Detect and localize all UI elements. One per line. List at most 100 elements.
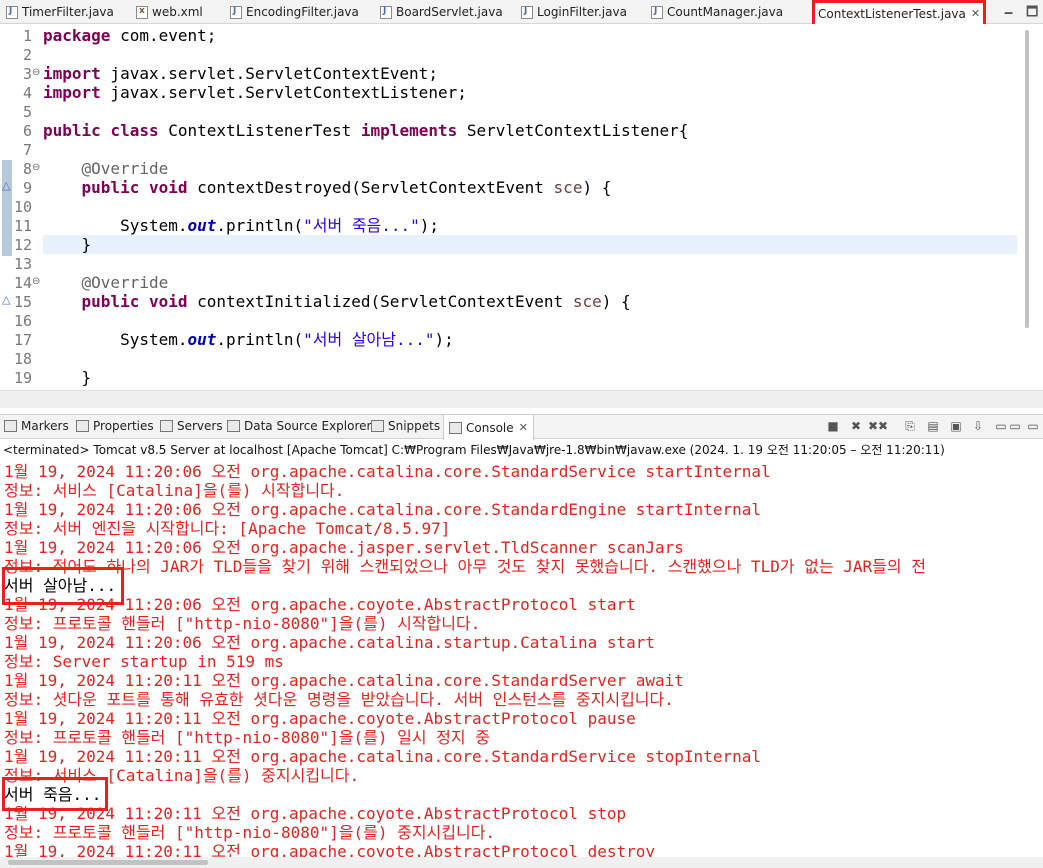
minimize-icon[interactable]: 🗕 (1004, 3, 1013, 25)
console-horizontal-scrollbar[interactable] (0, 857, 1043, 868)
console-line: 정보: 프로토콜 핸들러 ["http-nio-8080"]을(를) 일시 정지… (4, 728, 490, 747)
java-file-icon (230, 5, 242, 19)
editor-tab-encodingfilter[interactable]: EncodingFilter.java (230, 0, 359, 24)
console-line: 1월 19, 2024 11:20:11 오전 org.apache.catal… (4, 671, 684, 690)
keyword: package (43, 26, 111, 45)
code-text: ) { (601, 292, 631, 311)
string-literal: "서버 죽음..." (303, 216, 420, 235)
java-file-icon (651, 5, 663, 19)
highlight-box-server-alive (2, 567, 124, 605)
editor-tab-boardservlet[interactable]: BoardServlet.java (380, 0, 503, 24)
override-marker-icon: △ (2, 179, 11, 192)
console-line: 1월 19, 2024 11:20:11 오전 org.apache.catal… (4, 747, 761, 766)
keyword: void (148, 292, 188, 311)
code-line: public void contextDestroyed(ServletCont… (43, 178, 612, 197)
view-tab-label: Console (466, 420, 514, 435)
editor-tab-label: LoginFilter.java (537, 5, 627, 19)
tab-markers[interactable]: Markers (4, 419, 69, 433)
parameter: sce (572, 292, 602, 311)
xml-file-icon (136, 5, 148, 19)
editor-tab-loginfilter[interactable]: LoginFilter.java (521, 0, 627, 24)
code-text: ); (419, 216, 440, 235)
code-editor[interactable]: △ △ 1 2 3 4 5 6 7 8 9 10 11 12 13 14 15 … (0, 24, 1043, 390)
pin-console-icon[interactable]: ⇩ (970, 418, 986, 434)
markers-icon (4, 420, 17, 432)
code-line: @Override (43, 159, 169, 178)
console-line: 정보: Server startup in 519 ms (4, 652, 284, 671)
console-line: 1월 19, 2024 11:20:11 오전 org.apache.coyot… (4, 842, 656, 857)
word-wrap-icon[interactable]: ▣ (948, 418, 964, 434)
console-line: 정보: 적어도 하나의 JAR가 TLD들을 찾기 위해 스캔되었으나 아무 것… (4, 557, 926, 576)
code-text: ServletContextListener{ (457, 121, 689, 140)
clear-console-icon[interactable]: ⎘ (902, 418, 918, 434)
maximize-icon[interactable]: 🗖 (1026, 3, 1038, 25)
code-text: } (81, 235, 92, 254)
change-ruler (0, 24, 14, 390)
tab-snippets[interactable]: Snippets (371, 419, 440, 433)
annotation: @Override (81, 159, 169, 178)
console-line: 1월 19, 2024 11:20:06 오전 org.apache.catal… (4, 500, 761, 519)
code-text: contextInitialized(ServletContextEvent (187, 292, 573, 311)
console-line: 정보: 셧다운 포트를 통해 유효한 셧다운 명령을 받았습니다. 서버 인스턴… (4, 690, 674, 709)
console-icon (449, 421, 462, 434)
console-menu-icon[interactable]: ▭ (1025, 418, 1041, 434)
code-text: ) { (582, 178, 612, 197)
keyword: void (148, 178, 188, 197)
scroll-lock-icon[interactable]: ▤ (925, 418, 941, 434)
fold-collapse-icon[interactable]: ⊖ (32, 67, 40, 78)
scrollbar-thumb[interactable] (1025, 30, 1029, 328)
terminate-icon[interactable]: ■ (825, 418, 841, 434)
line-number: 1 (22, 27, 32, 45)
tab-servers[interactable]: Servers (160, 419, 223, 433)
line-number: 13 (14, 255, 33, 273)
change-bar (2, 160, 12, 256)
code-text: javax.servlet.ServletContextEvent; (100, 64, 438, 83)
string-literal: "서버 살아남..." (303, 330, 435, 349)
line-number: 17 (14, 331, 33, 349)
editor-tab-web-xml[interactable]: web.xml (136, 0, 203, 24)
tab-data-source-explorer[interactable]: Data Source Explorer (227, 419, 371, 433)
remove-all-icon[interactable]: ✖✖ (868, 418, 888, 434)
fold-collapse-icon[interactable]: ⊖ (32, 162, 40, 173)
open-console-icon[interactable]: ▭ (1007, 418, 1023, 434)
tab-properties[interactable]: Properties (76, 419, 154, 433)
line-number: 16 (14, 312, 33, 330)
console-output[interactable]: 1월 19, 2024 11:20:06 오전 org.apache.catal… (0, 457, 1043, 857)
close-icon[interactable]: ✕ (519, 421, 528, 434)
remove-launch-icon[interactable]: ✖ (848, 418, 864, 434)
current-line-highlight (43, 235, 1017, 254)
code-line: } (43, 368, 92, 387)
keyword: implements (360, 121, 458, 140)
code-text: .println( (216, 330, 304, 349)
annotation: @Override (81, 273, 169, 292)
editor-tab-countmanager[interactable]: CountManager.java (651, 0, 783, 24)
keyword: public (81, 178, 140, 197)
editor-tab-label: BoardServlet.java (396, 5, 503, 19)
line-number: 8 (22, 160, 32, 178)
data-source-icon (227, 420, 240, 432)
fold-collapse-icon[interactable]: ⊖ (32, 276, 40, 287)
static-field: out (187, 330, 217, 349)
line-number: 10 (14, 198, 33, 216)
line-number: 12 (14, 236, 33, 254)
editor-horizontal-scrollbar[interactable] (0, 390, 1043, 408)
view-tab-label: Snippets (388, 419, 441, 433)
snippets-icon (371, 420, 384, 432)
editor-vertical-scrollbar[interactable] (1020, 24, 1043, 390)
keyword: class (110, 121, 159, 140)
keyword: import (43, 83, 101, 102)
view-tab-label: Servers (177, 419, 223, 433)
console-line: 1월 19, 2024 11:20:06 오전 org.apache.catal… (4, 462, 771, 481)
line-number: 5 (22, 103, 32, 121)
view-tab-label: Data Source Explorer (244, 419, 372, 433)
editor-tab-label: ContextListenerTest.java (818, 6, 966, 21)
editor-tab-timerfilter[interactable]: TimerFilter.java (6, 0, 114, 24)
editor-tab-contextlistenertest[interactable]: ContextListenerTest.java ✕ (812, 0, 987, 27)
code-text: ContextListenerTest (158, 121, 361, 140)
console-line: 1월 19, 2024 11:20:11 오전 org.apache.coyot… (4, 709, 636, 728)
scrollbar-thumb[interactable] (8, 860, 208, 865)
tab-console[interactable]: Console ✕ (443, 415, 534, 440)
console-line: 1월 19, 2024 11:20:06 오전 org.apache.jaspe… (4, 538, 684, 557)
line-number: 19 (14, 369, 33, 387)
close-icon[interactable]: ✕ (971, 7, 980, 20)
